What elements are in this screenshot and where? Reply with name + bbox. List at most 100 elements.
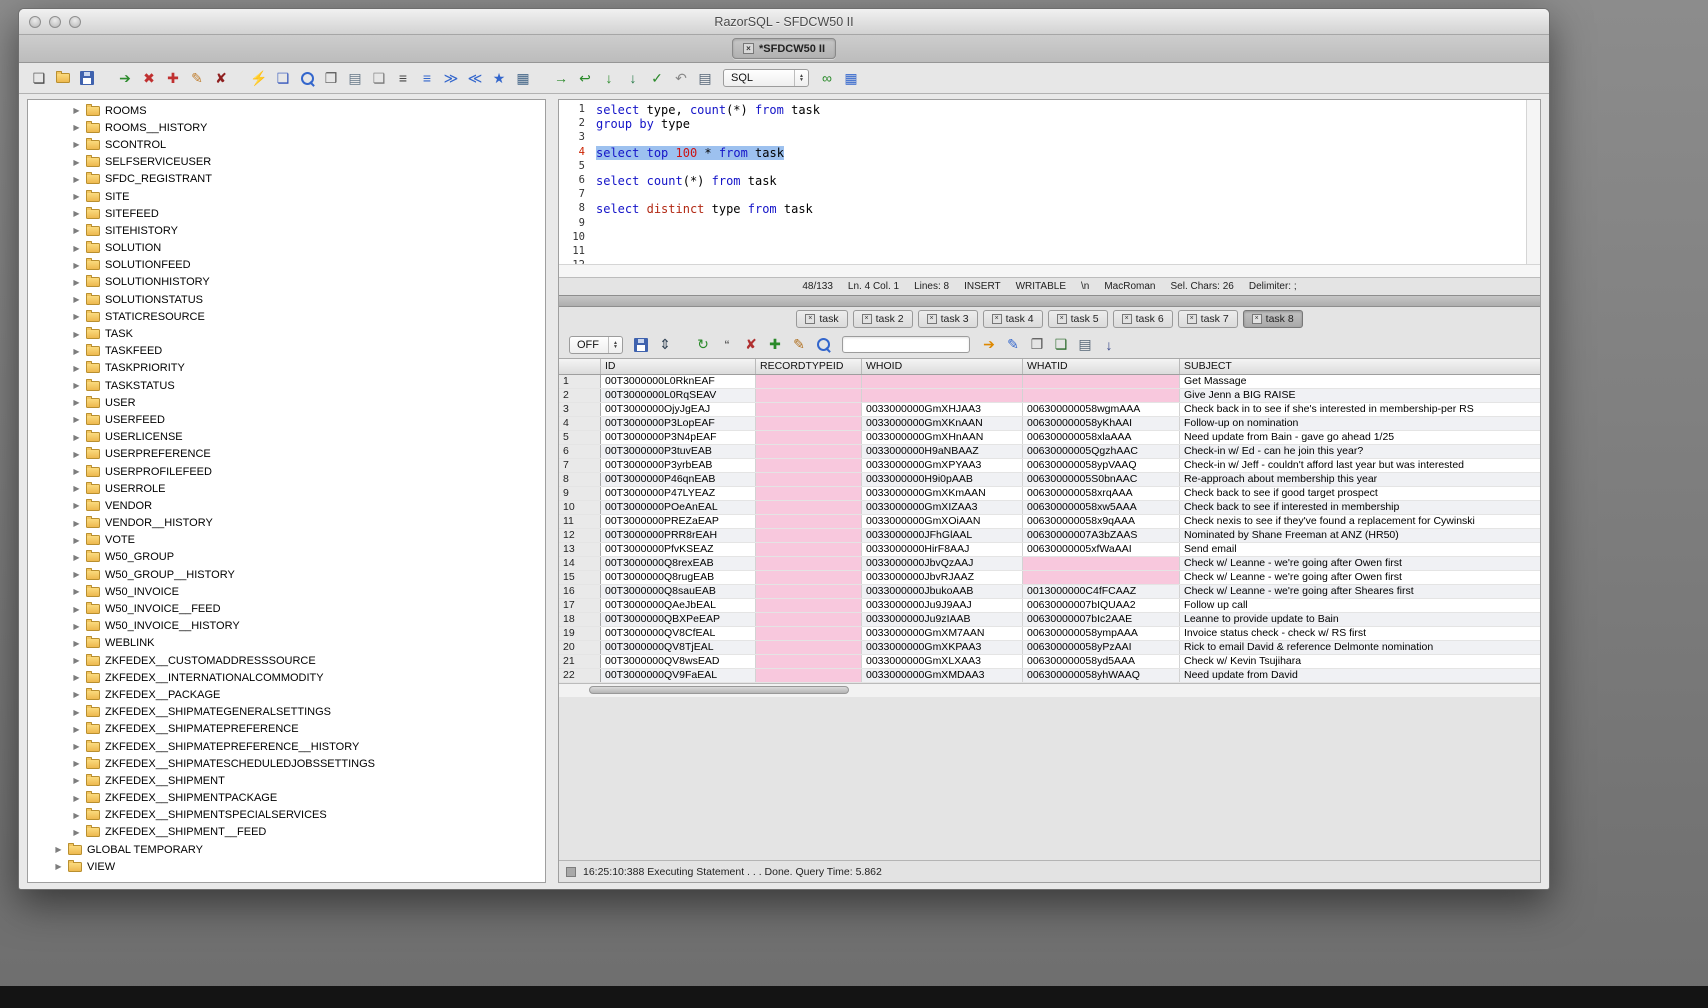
cell[interactable]: Check-in w/ Jeff - couldn't afford last … <box>1180 458 1541 472</box>
disclosure-triangle-icon[interactable]: ▶ <box>72 519 81 528</box>
export-results-icon[interactable]: ❏ <box>1051 335 1071 355</box>
disclosure-triangle-icon[interactable]: ▶ <box>72 330 81 339</box>
cell[interactable]: 0013000000C4fFCAAZ <box>1023 584 1180 598</box>
delete-connection-icon[interactable]: ✘ <box>211 68 231 88</box>
column-header[interactable]: SUBJECT <box>1180 359 1541 375</box>
cell[interactable]: 00630000005xfWaAAI <box>1023 542 1180 556</box>
cell[interactable]: 0033000000GmXLXAA3 <box>862 654 1023 668</box>
cell[interactable]: 0033000000GmXHnAAN <box>862 430 1023 444</box>
disclosure-triangle-icon[interactable]: ▶ <box>72 759 81 768</box>
tree-item[interactable]: ▶TASKSTATUS <box>28 377 545 394</box>
cell[interactable]: Check back to see if interested in membe… <box>1180 500 1541 514</box>
disclosure-triangle-icon[interactable]: ▶ <box>72 295 81 304</box>
cell[interactable]: 0033000000GmXKnAAN <box>862 416 1023 430</box>
disclosure-triangle-icon[interactable]: ▶ <box>72 570 81 579</box>
cell[interactable] <box>756 570 862 584</box>
disclosure-triangle-icon[interactable]: ▶ <box>72 467 81 476</box>
code-line[interactable] <box>596 131 1526 145</box>
cell[interactable] <box>756 528 862 542</box>
search-go-icon[interactable]: ➔ <box>979 335 999 355</box>
tree-item[interactable]: ▶USERFEED <box>28 411 545 428</box>
cell[interactable] <box>756 556 862 570</box>
tree-item[interactable]: ▶SITE <box>28 188 545 205</box>
cell[interactable]: 00T3000000QAeJbEAL <box>601 598 756 612</box>
table-row[interactable]: 1600T3000000Q8sauEAB0033000000JbukoAAB00… <box>559 584 1540 598</box>
cell[interactable]: 006300000058xw5AAA <box>1023 500 1180 514</box>
table-row[interactable]: 300T3000000OjyJgEAJ0033000000GmXHJAA3006… <box>559 402 1540 416</box>
cell[interactable]: 00T3000000QV8CfEAL <box>601 626 756 640</box>
cell[interactable]: 00T3000000P3N4pEAF <box>601 430 756 444</box>
scrollbar-thumb[interactable] <box>589 686 849 694</box>
disclosure-triangle-icon[interactable]: ▶ <box>72 587 81 596</box>
save-results-icon[interactable] <box>631 335 651 355</box>
cell[interactable]: 006300000058ypVAAQ <box>1023 458 1180 472</box>
cell[interactable] <box>756 612 862 626</box>
tree-item[interactable]: ▶ZKFEDEX__SHIPMATEPREFERENCE__HISTORY <box>28 738 545 755</box>
sort-filter-icon[interactable]: ⇕ <box>655 335 675 355</box>
table-row[interactable]: 200T3000000L0RqSEAVGive Jenn a BIG RAISE… <box>559 388 1540 402</box>
cell[interactable]: Check w/ Kevin Tsujihara <box>1180 654 1541 668</box>
search-sql-icon[interactable] <box>297 68 317 88</box>
cell[interactable] <box>756 598 862 612</box>
disclosure-triangle-icon[interactable]: ▶ <box>72 209 81 218</box>
tree-item[interactable]: ▶ZKFEDEX__SHIPMENT__FEED <box>28 824 545 841</box>
cell[interactable]: 00630000007bIQUAA2 <box>1023 598 1180 612</box>
cell[interactable]: Check nexis to see if they've found a re… <box>1180 514 1541 528</box>
cell[interactable]: 0033000000JFhGlAAL <box>862 528 1023 542</box>
cell[interactable]: 00T3000000Q8rugEAB <box>601 570 756 584</box>
cell[interactable]: 0033000000HirF8AAJ <box>862 542 1023 556</box>
disclosure-triangle-icon[interactable]: ▶ <box>72 622 81 631</box>
table-row[interactable]: 500T3000000P3N4pEAF0033000000GmXHnAAN006… <box>559 430 1540 444</box>
code-line[interactable]: select count(*) from task <box>596 174 1526 188</box>
copy-results-icon[interactable]: ❐ <box>1027 335 1047 355</box>
cell[interactable]: Check w/ Leanne - we're going after Shea… <box>1180 584 1541 598</box>
cell[interactable]: Check-in w/ Ed - can he join this year? <box>1180 444 1541 458</box>
disclosure-triangle-icon[interactable]: ▶ <box>72 690 81 699</box>
edit-cell-icon[interactable]: ✎ <box>789 335 809 355</box>
tree-item[interactable]: ▶VOTE <box>28 532 545 549</box>
table-row[interactable]: 2000T3000000QV8TjEAL0033000000GmXKPAA300… <box>559 640 1540 654</box>
tree-item[interactable]: ▶WEBLINK <box>28 635 545 652</box>
tree-item[interactable]: ▶SITEFEED <box>28 205 545 222</box>
table-row[interactable]: 800T3000000P46qnEAB0033000000H9i0pAAB006… <box>559 472 1540 486</box>
cell[interactable]: Check back to see if good target prospec… <box>1180 486 1541 500</box>
tab-close-icon[interactable]: × <box>927 314 937 324</box>
disclosure-triangle-icon[interactable]: ▶ <box>72 381 81 390</box>
disclosure-triangle-icon[interactable]: ▶ <box>72 536 81 545</box>
table-row[interactable]: 400T3000000P3LopEAF0033000000GmXKnAAN006… <box>559 416 1540 430</box>
table-row[interactable]: 1800T3000000QBXPeEAP0033000000Ju9zIAAB00… <box>559 612 1540 626</box>
cell[interactable] <box>756 500 862 514</box>
tree-item[interactable]: ▶ZKFEDEX__CUSTOMADDRESSSOURCE <box>28 652 545 669</box>
cell[interactable]: 0033000000H9i0pAAB <box>862 472 1023 486</box>
cell[interactable]: Follow-up on nomination <box>1180 416 1541 430</box>
tree-item[interactable]: ▶ZKFEDEX__INTERNATIONALCOMMODITY <box>28 669 545 686</box>
cell[interactable] <box>756 416 862 430</box>
result-tab[interactable]: ×task 8 <box>1243 310 1303 328</box>
cell[interactable]: 006300000058wgmAAA <box>1023 402 1180 416</box>
cell[interactable]: Need update from David <box>1180 668 1541 682</box>
cell[interactable]: 006300000058xlaAAA <box>1023 430 1180 444</box>
cell[interactable]: 00630000007A3bZAAS <box>1023 528 1180 542</box>
result-tab[interactable]: ×task 7 <box>1178 310 1238 328</box>
cell[interactable]: 00630000005QgzhAAC <box>1023 444 1180 458</box>
next-statement-icon[interactable]: → <box>551 68 571 88</box>
cell[interactable]: 00T3000000P3tuvEAB <box>601 444 756 458</box>
cell[interactable]: 00T3000000L0RqSEAV <box>601 388 756 402</box>
disclosure-triangle-icon[interactable]: ▶ <box>72 415 81 424</box>
table-row[interactable]: 900T3000000P47LYEAZ0033000000GmXKmAAN006… <box>559 486 1540 500</box>
tree-item[interactable]: ▶SFDC_REGISTRANT <box>28 171 545 188</box>
tab-close-icon[interactable]: × <box>743 43 754 54</box>
tree-item[interactable]: ▶VIEW <box>28 858 545 875</box>
table-row[interactable]: 100T3000000L0RknEAFGet Massage200 <box>559 374 1540 388</box>
cell[interactable] <box>862 374 1023 388</box>
cell[interactable]: 00T3000000PREZaEAP <box>601 514 756 528</box>
tree-item[interactable]: ▶SITEHISTORY <box>28 222 545 239</box>
cell[interactable]: 00T3000000P3LopEAF <box>601 416 756 430</box>
cell[interactable]: Re-approach about membership this year <box>1180 472 1541 486</box>
cell[interactable] <box>1023 570 1180 584</box>
stop-status-icon[interactable] <box>566 867 576 877</box>
cell[interactable] <box>756 626 862 640</box>
cell[interactable]: 0033000000GmXMDAA3 <box>862 668 1023 682</box>
edit-search-icon[interactable]: ✎ <box>1003 335 1023 355</box>
tree-item[interactable]: ▶ZKFEDEX__SHIPMENTPACKAGE <box>28 790 545 807</box>
